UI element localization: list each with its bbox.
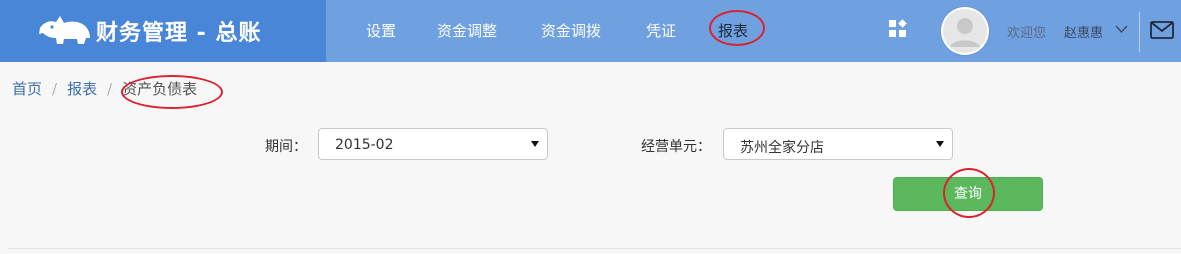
caret-down-icon bbox=[936, 141, 944, 147]
nav-item-voucher[interactable]: 凭证 bbox=[646, 20, 676, 41]
breadcrumb: 首页 / 报表 / 资产负债表 bbox=[12, 78, 197, 99]
nav-item-reports[interactable]: 报表 bbox=[718, 20, 748, 41]
breadcrumb-separator: / bbox=[107, 80, 113, 98]
nav-item-fund-transfer[interactable]: 资金调拨 bbox=[541, 20, 601, 41]
top-navbar: 财务管理 - 总账 设置 资金调整 资金调拨 凭证 报表 欢迎您 赵惠惠 bbox=[0, 0, 1181, 62]
nav-item-settings[interactable]: 设置 bbox=[366, 20, 396, 41]
app-title: 财务管理 - 总账 bbox=[96, 21, 262, 46]
caret-down-icon bbox=[531, 141, 539, 147]
mail-icon[interactable] bbox=[1150, 20, 1174, 40]
welcome-text: 欢迎您 bbox=[1007, 26, 1047, 41]
header-divider bbox=[1139, 12, 1140, 52]
chevron-down-icon[interactable] bbox=[1115, 24, 1128, 34]
business-unit-select[interactable]: 苏州全家分店 bbox=[723, 128, 953, 160]
period-select[interactable]: 2015-02 bbox=[318, 128, 548, 160]
breadcrumb-current: 资产负债表 bbox=[122, 80, 198, 98]
user-avatar-icon bbox=[943, 9, 987, 53]
query-button[interactable]: 查询 bbox=[893, 177, 1043, 211]
content-divider bbox=[8, 248, 1181, 249]
period-select-value: 2015-02 bbox=[335, 137, 394, 153]
nav-item-fund-adjust[interactable]: 资金调整 bbox=[437, 20, 497, 41]
business-unit-label: 经营单元： bbox=[641, 139, 711, 155]
brand-area[interactable]: 财务管理 - 总账 bbox=[0, 0, 326, 62]
user-name[interactable]: 赵惠惠 bbox=[1064, 22, 1103, 41]
apps-grid-icon[interactable] bbox=[888, 19, 908, 39]
breadcrumb-reports[interactable]: 报表 bbox=[67, 80, 97, 98]
breadcrumb-separator: / bbox=[52, 80, 58, 98]
rhino-logo-icon bbox=[39, 16, 90, 44]
breadcrumb-home[interactable]: 首页 bbox=[12, 80, 42, 98]
user-avatar[interactable] bbox=[941, 7, 989, 55]
business-unit-select-value: 苏州全家分店 bbox=[740, 140, 824, 156]
period-label: 期间： bbox=[265, 139, 307, 155]
